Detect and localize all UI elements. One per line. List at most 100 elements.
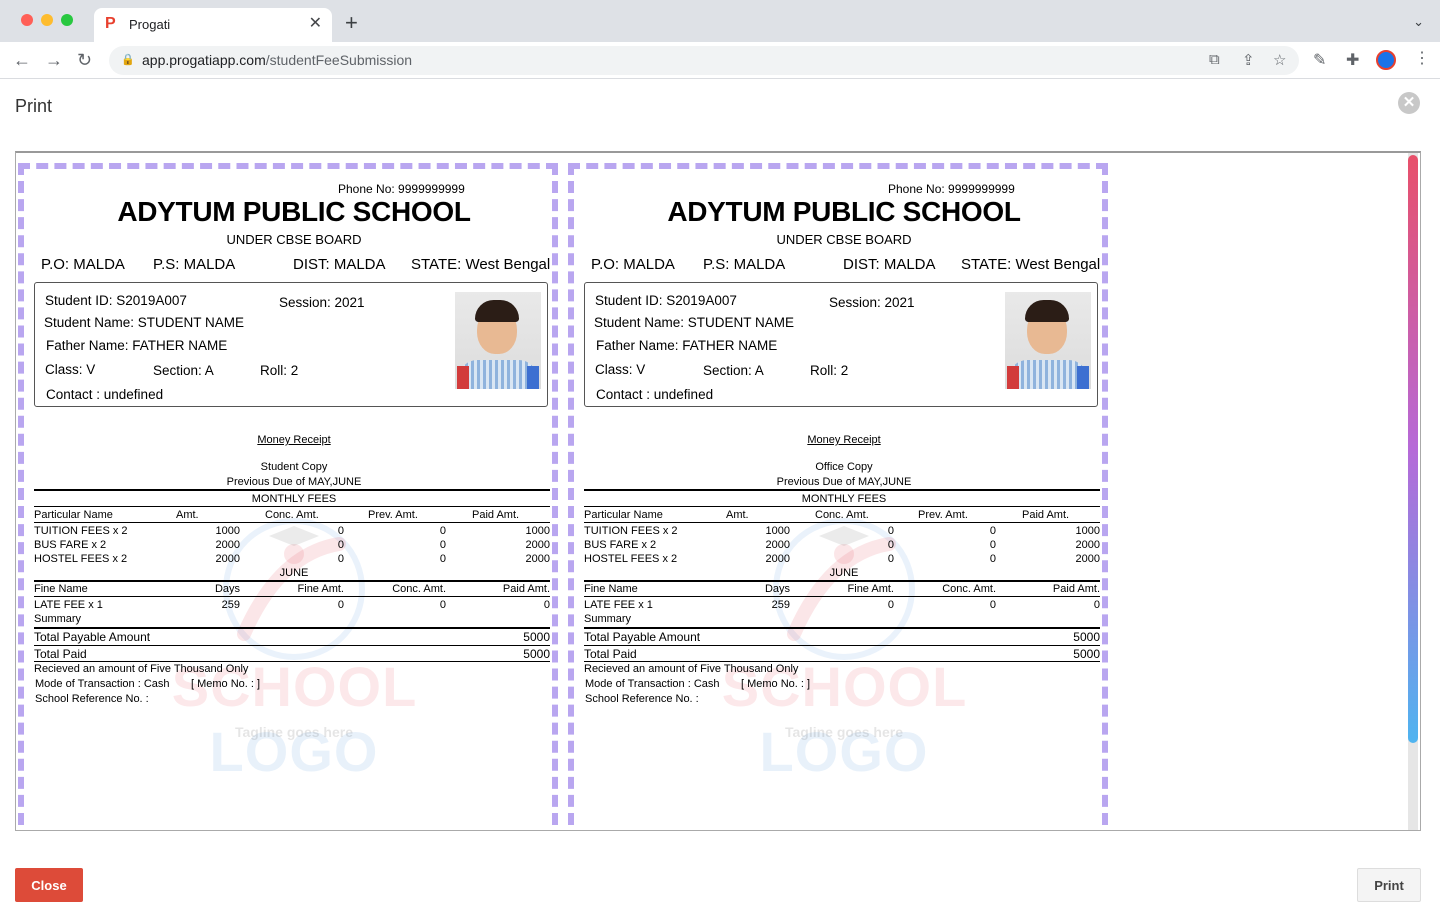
reload-icon[interactable]: ↻ (77, 49, 92, 71)
student-id: Student ID: S2019A007 (595, 293, 737, 308)
month-label: JUNE (829, 567, 859, 579)
fee-name: HOSTEL FEES x 2 (584, 553, 678, 565)
scrollbar-thumb[interactable] (1408, 155, 1418, 743)
section: Section: A (153, 363, 214, 378)
fee-header-cell: Amt. (726, 509, 749, 521)
received-amount-text: Recieved an amount of Five Thousand Only (584, 663, 799, 675)
print-button[interactable]: Print (1357, 868, 1421, 902)
close-button[interactable]: Close (15, 868, 83, 902)
father-name: Father Name: FATHER NAME (46, 338, 228, 353)
roll: Roll: 2 (810, 363, 849, 378)
fee-row: HOSTEL FEES x 2 2000 0 0 2000 (584, 553, 1100, 567)
total-payable-label: Total Payable Amount (584, 630, 701, 644)
url-text: app.progatiapp.com/studentFeeSubmission (142, 52, 413, 68)
address-bar[interactable]: 🔒 app.progatiapp.com/studentFeeSubmissio… (109, 46, 1299, 75)
fee-prev: 0 (989, 553, 996, 565)
total-paid-value: 5000 (523, 647, 550, 661)
fee-row: TUITION FEES x 2 1000 0 0 1000 (584, 525, 1100, 539)
school-name: ADYTUM PUBLIC SCHOOL (667, 196, 1021, 227)
extensions-icon[interactable]: ✚ (1346, 50, 1359, 70)
memo-no: [ Memo No. : ] (191, 678, 261, 690)
fee-header-cell: Conc. Amt. (815, 509, 869, 521)
fee-paid: 2000 (1075, 539, 1100, 551)
chevron-down-icon[interactable]: ⌄ (1413, 14, 1424, 30)
fee-conc: 0 (887, 539, 894, 551)
fine-header-cell: Days (764, 583, 790, 595)
total-payable-value: 5000 (1073, 630, 1100, 644)
eyedropper-icon[interactable]: ✎ (1313, 50, 1326, 70)
summary-label: Summary (584, 613, 1100, 627)
received-text: Recieved an amount of Five Thousand Only (584, 663, 1100, 677)
address-dist: DIST: MALDA (293, 256, 386, 273)
fine-header-cell: Fine Amt. (297, 583, 344, 595)
fee-row: HOSTEL FEES x 2 2000 0 0 2000 (34, 553, 550, 567)
profile-avatar[interactable] (1376, 50, 1396, 70)
fee-paid: 2000 (525, 539, 550, 551)
fee-row: TUITION FEES x 2 1000 0 0 1000 (34, 525, 550, 539)
total-payable-label: Total Payable Amount (34, 630, 151, 644)
fine-header-cell: Conc. Amt. (392, 583, 446, 595)
fee-name: BUS FARE x 2 (34, 539, 107, 551)
fine-header-cell: Fine Name (34, 583, 88, 595)
window-maximize-button[interactable] (61, 14, 73, 26)
modal-close-icon[interactable]: ✕ (1398, 92, 1420, 114)
back-icon[interactable]: ← (13, 49, 31, 71)
share-icon[interactable]: ⇪ (1242, 51, 1255, 69)
reference-row: School Reference No. : (585, 693, 1101, 707)
school-name: ADYTUM PUBLIC SCHOOL (117, 196, 471, 227)
contact: Contact : undefined (46, 387, 164, 402)
fine-header-cell: Paid Amt. (1052, 583, 1100, 595)
modal-title: Print (15, 96, 53, 116)
fee-paid: 2000 (1075, 553, 1100, 565)
fine-header-cell: Fine Amt. (847, 583, 894, 595)
mode-of-transaction: Mode of Transaction : Cash (585, 678, 720, 690)
fee-name: TUITION FEES x 2 (584, 525, 678, 537)
total-paid-label: Total Paid (584, 647, 637, 661)
window-close-button[interactable] (21, 14, 33, 26)
tab-close-icon[interactable]: ✕ (309, 15, 322, 33)
total-paid-row: Total Paid 5000 (34, 647, 550, 661)
monthly-fees-title: MONTHLY FEES (801, 493, 887, 505)
fee-prev: 0 (439, 525, 446, 537)
fee-name: BUS FARE x 2 (584, 539, 657, 551)
watermark-tagline: Tagline goes here (235, 724, 353, 740)
fee-amt: 1000 (215, 525, 240, 537)
fine-paid: 0 (543, 599, 550, 611)
fee-amt: 2000 (765, 553, 790, 565)
student-name: Student Name: STUDENT NAME (44, 315, 245, 330)
lock-icon: 🔒 (121, 54, 135, 66)
total-payable-row: Total Payable Amount 5000 (34, 630, 550, 644)
progati-favicon-icon: P (105, 15, 116, 32)
fine-header-cell: Days (214, 583, 240, 595)
roll: Roll: 2 (260, 363, 299, 378)
previous-due: Previous Due of MAY,JUNE (226, 476, 362, 488)
address-dist: DIST: MALDA (843, 256, 936, 273)
fine-header-row: Fine Name Days Fine Amt. Conc. Amt. Paid Amt… (34, 583, 550, 597)
open-external-icon[interactable]: ⧉ (1209, 51, 1220, 68)
fine-conc: 0 (989, 599, 996, 611)
star-icon[interactable]: ☆ (1273, 51, 1286, 69)
address-state: STATE: West Bengal (411, 256, 551, 273)
received-amount-text: Recieved an amount of Five Thousand Only (34, 663, 249, 675)
fine-amt: 0 (887, 599, 894, 611)
browser-tab[interactable]: P Progati ✕ (94, 8, 332, 42)
address-ps: P.S: MALDA (703, 256, 786, 273)
fee-prev: 0 (439, 539, 446, 551)
school-phone: Phone No: 9999999999 (338, 182, 465, 196)
window-minimize-button[interactable] (41, 14, 53, 26)
school-board: UNDER CBSE BOARD (226, 232, 362, 247)
more-menu-icon[interactable]: ⋮ (1414, 49, 1430, 69)
address-ps: P.S: MALDA (153, 256, 236, 273)
forward-icon[interactable]: → (45, 49, 63, 71)
copy-label: Office Copy (815, 461, 873, 473)
total-paid-label: Total Paid (34, 647, 87, 661)
print-preview-frame[interactable]: SCHOOL LOGO Tagline goes here Phone No: 99… (15, 151, 1421, 831)
browser-toolbar: ← → ↻ 🔒 app.progatiapp.com/studentFeeSub… (0, 42, 1440, 79)
fee-conc: 0 (337, 553, 344, 565)
fine-days: 259 (221, 599, 240, 611)
new-tab-icon[interactable]: + (345, 12, 358, 34)
school-reference: School Reference No. : (35, 693, 149, 705)
money-receipt-title: Money Receipt (807, 434, 881, 446)
student-info-box: Student ID: S2019A007 Session: 2021 Studen… (34, 282, 548, 407)
total-paid-row: Total Paid 5000 (584, 647, 1100, 661)
